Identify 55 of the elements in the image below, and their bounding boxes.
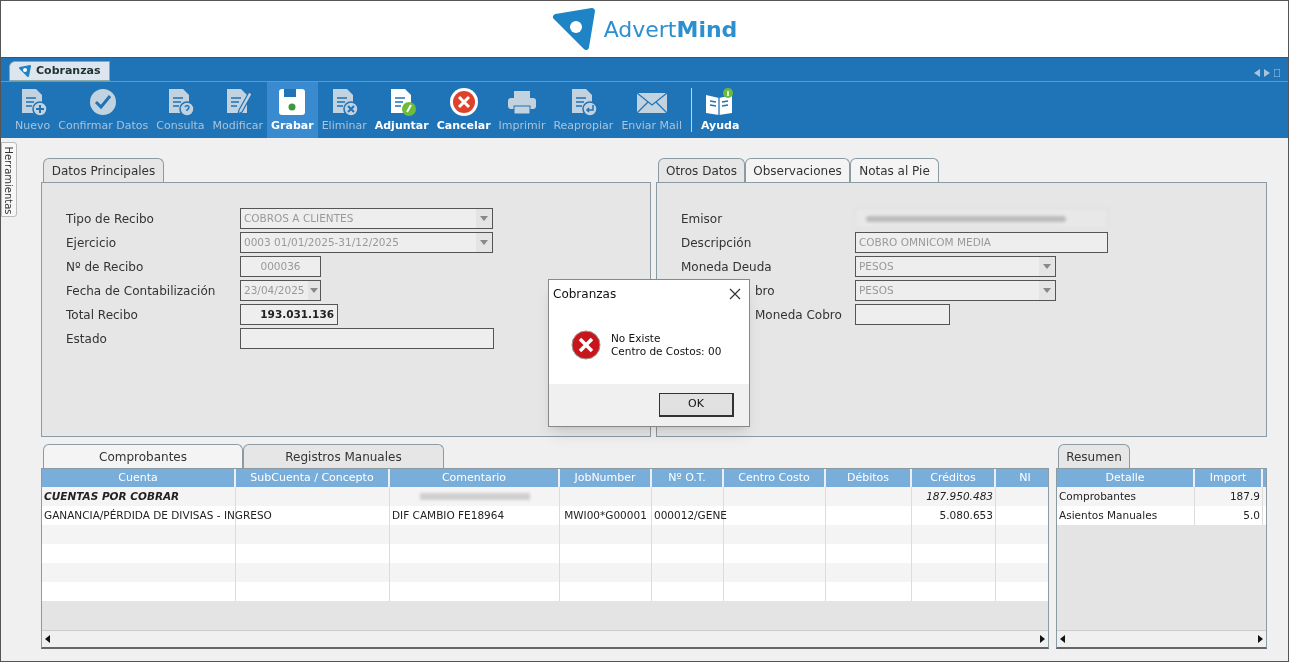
dialog-message: Centro de Costos: 00 (611, 345, 722, 358)
side-tab[interactable]: Herramientas (1, 142, 17, 217)
scroll-left-icon (1254, 69, 1260, 77)
field-label: Fecha de Contabilización (66, 282, 217, 300)
logo-icon (551, 7, 596, 51)
input-field[interactable] (855, 304, 950, 325)
field-label: Moneda Cobro (755, 306, 843, 324)
logo-text: AdvertMind (603, 15, 738, 44)
field-label: bro (755, 282, 776, 300)
error-icon (571, 330, 601, 360)
dialog-message: No Existe (611, 332, 662, 345)
tab[interactable]: Resumen (1058, 444, 1130, 468)
input-field[interactable] (240, 328, 494, 349)
toolbar-button[interactable]: Ayuda (696, 82, 744, 138)
scroll-right-icon (1264, 69, 1270, 77)
field-label: Nº de Recibo (66, 258, 145, 276)
dropdown-arrow-icon (1043, 264, 1051, 269)
input-field[interactable]: 193.031.136 (240, 304, 338, 325)
dialog-title: Cobranzas (553, 286, 617, 303)
table-cell-text: 187.950.483 (925, 489, 994, 504)
toolbar-button[interactable]: Grabar (267, 82, 318, 138)
scrollbar[interactable] (42, 630, 1048, 647)
dropdown-arrow-icon (480, 216, 488, 221)
dropdown-arrow-icon (1043, 288, 1051, 293)
tab[interactable]: Otros Datos (658, 158, 745, 182)
tab[interactable]: Notas al Pie (850, 158, 939, 182)
dropdown-arrow-icon (480, 240, 488, 245)
field-label: Total Recibo (66, 306, 139, 324)
table-cell-text: MWI00*G00001 (563, 508, 648, 523)
table-cell-text: Comprobantes (1058, 489, 1137, 504)
table-cell-text: 187.9 (1228, 489, 1261, 504)
table-cell-text: Asientos Manuales (1058, 508, 1159, 523)
table-cell-text: 000012/GENE (653, 508, 728, 523)
table-cell-text: GANANCIA/PÉRDIDA DE DIVISAS - INGRESO (43, 508, 273, 523)
field-label: Tipo de Recibo (66, 210, 155, 228)
field-label: Ejercicio (66, 234, 118, 252)
tab[interactable]: Registros Manuales (243, 444, 444, 468)
field-label: Descripción (681, 234, 753, 252)
toolbar-button[interactable]: Adjuntar (370, 82, 433, 138)
ok-button[interactable]: OK (659, 393, 734, 417)
table-cell-text: CUENTAS POR COBRAR (43, 489, 181, 504)
toolbar-button[interactable]: Cancelar (432, 82, 495, 138)
document-tab[interactable]: Cobranzas (9, 61, 110, 81)
table-cell-text: 5.0 (1242, 508, 1261, 523)
tab[interactable]: Observaciones (745, 158, 850, 182)
table-cell-text: DIF CAMBIO FE18964 (391, 508, 506, 523)
field-label: Estado (66, 330, 108, 348)
tab[interactable]: Datos Principales (43, 158, 164, 182)
table-cell-text: 5.080.653 (938, 508, 994, 523)
tab[interactable]: Comprobantes (43, 444, 243, 468)
field-label: Moneda Deuda (681, 258, 773, 276)
scrollbar[interactable] (1057, 630, 1266, 647)
dropdown-arrow-icon (309, 288, 318, 293)
field-label: Emisor (681, 210, 724, 228)
logo-icon (18, 64, 32, 78)
